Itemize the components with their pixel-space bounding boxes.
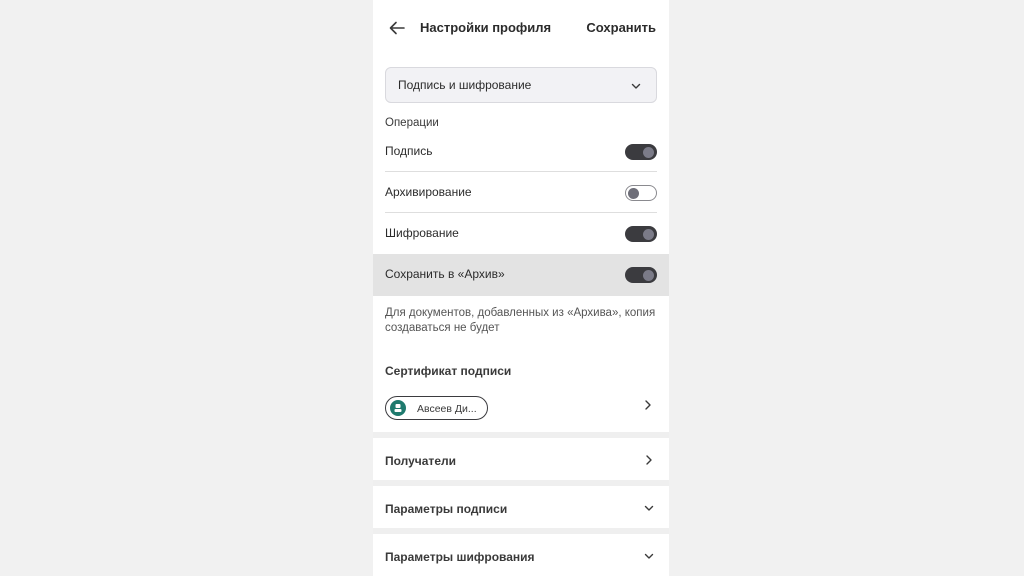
operation-label: Подпись bbox=[385, 144, 433, 158]
section-label: Параметры подписи bbox=[385, 502, 508, 516]
chevron-right-icon bbox=[646, 455, 652, 465]
certificate-title: Сертификат подписи bbox=[385, 364, 512, 378]
page-title: Настройки профиля bbox=[420, 20, 552, 35]
chevron-down-icon bbox=[644, 553, 654, 559]
top-bar: Настройки профиля Сохранить bbox=[373, 0, 669, 56]
back-button[interactable] bbox=[385, 16, 409, 40]
operation-row-archive: Архивирование bbox=[373, 172, 669, 213]
operation-label: Сохранить в «Архив» bbox=[385, 267, 505, 281]
certificate-owner: Авсеев Ди... bbox=[417, 403, 477, 415]
toggle-knob bbox=[643, 228, 654, 240]
toggle-knob bbox=[628, 187, 639, 199]
profile-type-value: Подпись и шифрование bbox=[398, 78, 532, 92]
signature-params-section[interactable]: Параметры подписи bbox=[373, 486, 669, 528]
avatar bbox=[390, 400, 406, 416]
operation-row-save-archive[interactable]: Сохранить в «Архив» bbox=[373, 254, 669, 296]
operation-row-encrypt: Шифрование bbox=[373, 213, 669, 254]
user-icon bbox=[394, 404, 402, 412]
arrow-left-icon bbox=[389, 21, 405, 35]
operation-label: Шифрование bbox=[385, 226, 459, 240]
section-label: Получатели bbox=[385, 454, 456, 468]
encryption-params-section[interactable]: Параметры шифрования bbox=[373, 534, 669, 576]
save-button[interactable]: Сохранить bbox=[586, 20, 656, 35]
profile-settings-screen: Настройки профиля Сохранить Подпись и ши… bbox=[373, 0, 669, 576]
chevron-down-icon bbox=[644, 505, 654, 511]
archive-toggle[interactable] bbox=[625, 185, 657, 201]
recipients-section[interactable]: Получатели bbox=[373, 438, 669, 480]
encrypt-toggle[interactable] bbox=[625, 226, 657, 242]
main-settings-card: Настройки профиля Сохранить Подпись и ши… bbox=[373, 0, 669, 352]
archive-hint-text: Для документов, добавленных из «Архива»,… bbox=[385, 307, 656, 334]
chevron-down-icon bbox=[631, 83, 641, 89]
profile-type-select[interactable]: Подпись и шифрование bbox=[385, 67, 657, 103]
section-label: Параметры шифрования bbox=[385, 550, 535, 564]
certificate-chip[interactable]: Авсеев Ди... bbox=[385, 396, 488, 420]
operation-row-sign: Подпись bbox=[373, 131, 669, 172]
sign-toggle[interactable] bbox=[625, 144, 657, 160]
toggle-knob bbox=[643, 146, 654, 158]
certificate-card: Сертификат подписи Авсеев Ди... bbox=[373, 350, 669, 432]
operation-label: Архивирование bbox=[385, 185, 472, 199]
save-archive-toggle[interactable] bbox=[625, 267, 657, 283]
chevron-right-icon[interactable] bbox=[643, 399, 653, 411]
operations-section-label: Операции bbox=[385, 117, 439, 129]
toggle-knob bbox=[643, 269, 654, 281]
